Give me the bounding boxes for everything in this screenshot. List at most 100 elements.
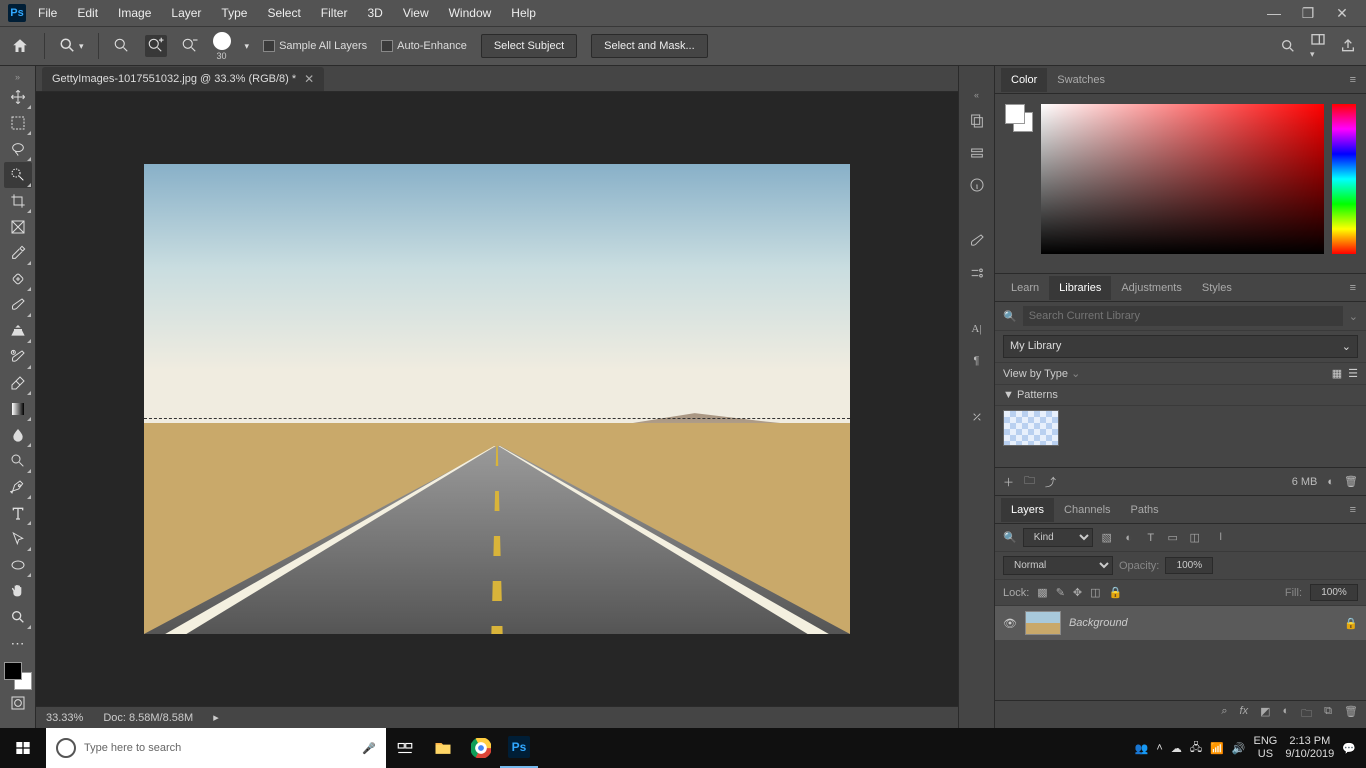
window-restore[interactable]: ❐ <box>1300 5 1316 22</box>
search-icon[interactable] <box>1280 38 1296 54</box>
lock-position-icon[interactable]: ✥ <box>1073 586 1082 599</box>
blur-tool[interactable] <box>4 422 32 448</box>
move-tool[interactable] <box>4 84 32 110</box>
canvas[interactable] <box>144 164 850 634</box>
link-layers-icon[interactable]: ⌕ <box>1221 705 1227 724</box>
list-view-icon[interactable]: ☰ <box>1348 367 1358 380</box>
menu-view[interactable]: View <box>395 2 437 24</box>
healing-brush-tool[interactable] <box>4 266 32 292</box>
tray-expand-icon[interactable]: ˄ <box>1156 742 1162 754</box>
hue-slider[interactable] <box>1332 104 1356 254</box>
file-explorer-icon[interactable] <box>424 728 462 768</box>
menu-3d[interactable]: 3D <box>359 2 390 24</box>
mic-icon[interactable]: 🎤 <box>362 742 376 755</box>
lasso-tool[interactable] <box>4 136 32 162</box>
action-center-icon[interactable]: 💬 <box>1342 742 1356 755</box>
layers-tab[interactable]: Layers <box>1001 498 1054 522</box>
windows-start-button[interactable] <box>0 728 46 768</box>
library-search-input[interactable] <box>1023 306 1343 326</box>
filter-shape-icon[interactable]: ▭ <box>1165 530 1181 546</box>
menu-select[interactable]: Select <box>259 2 308 24</box>
brush-size-picker[interactable]: 30 <box>213 32 231 61</box>
marquee-tool[interactable] <box>4 110 32 136</box>
filter-type-select[interactable]: Kind <box>1023 528 1093 547</box>
crop-tool[interactable] <box>4 188 32 214</box>
color-panel-menu-icon[interactable]: ≡ <box>1346 74 1360 86</box>
subtract-selection-mode[interactable] <box>181 37 199 55</box>
window-minimize[interactable]: — <box>1266 5 1282 22</box>
menu-help[interactable]: Help <box>503 2 544 24</box>
libraries-panel-menu-icon[interactable]: ≡ <box>1346 282 1360 294</box>
gradient-tool[interactable] <box>4 396 32 422</box>
eraser-tool[interactable] <box>4 370 32 396</box>
info-panel-icon[interactable] <box>966 174 988 196</box>
menu-edit[interactable]: Edit <box>69 2 106 24</box>
menu-type[interactable]: Type <box>213 2 255 24</box>
select-and-mask-button[interactable]: Select and Mask... <box>591 34 708 58</box>
new-layer-icon[interactable]: ⧉ <box>1324 705 1332 724</box>
taskbar-search[interactable]: Type here to search 🎤 <box>46 728 386 768</box>
tool-preset-picker[interactable]: ▾ <box>59 37 84 55</box>
select-subject-button[interactable]: Select Subject <box>481 34 577 58</box>
brushes-panel-icon[interactable] <box>966 230 988 252</box>
layer-row-background[interactable]: 👁 Background 🔒 <box>995 606 1366 640</box>
window-close[interactable]: ✕ <box>1334 5 1350 22</box>
properties-panel-icon[interactable] <box>966 142 988 164</box>
opacity-value[interactable]: 100% <box>1165 557 1213 574</box>
keyboard-lang1[interactable]: ENG <box>1254 735 1278 748</box>
blend-mode-select[interactable]: Normal <box>1003 556 1113 575</box>
foreground-background-colors[interactable] <box>4 662 32 690</box>
clone-stamp-tool[interactable] <box>4 318 32 344</box>
people-icon[interactable]: 👥 <box>1135 742 1149 755</box>
filter-pixel-icon[interactable]: ▧ <box>1099 530 1115 546</box>
eyedropper-tool[interactable] <box>4 240 32 266</box>
frame-tool[interactable] <box>4 214 32 240</box>
adjustments-tab[interactable]: Adjustments <box>1111 276 1192 300</box>
volume-icon[interactable]: 🔊 <box>1232 742 1246 755</box>
add-folder-icon[interactable]: 🗀 <box>1024 472 1035 491</box>
workspace-picker[interactable]: ▾ <box>1310 32 1326 60</box>
dodge-tool[interactable] <box>4 448 32 474</box>
lock-transparency-icon[interactable]: ▩ <box>1037 586 1047 599</box>
library-selector[interactable]: My Library⌄ <box>1003 335 1358 358</box>
filter-toggle-icon[interactable]: ⏽ <box>1213 530 1229 546</box>
view-by-label[interactable]: View by Type <box>1003 368 1068 380</box>
quick-selection-tool[interactable] <box>4 162 32 188</box>
pattern-thumbnail[interactable] <box>1003 410 1059 446</box>
type-tool[interactable] <box>4 500 32 526</box>
fill-value[interactable]: 100% <box>1310 584 1358 601</box>
libraries-tab[interactable]: Libraries <box>1049 276 1111 300</box>
paragraph-panel-icon[interactable]: ¶ <box>966 350 988 372</box>
filter-adjustment-icon[interactable]: ◐ <box>1121 530 1137 546</box>
styles-tab[interactable]: Styles <box>1192 276 1242 300</box>
photoshop-taskbar-icon[interactable]: Ps <box>500 728 538 768</box>
menu-file[interactable]: File <box>30 2 65 24</box>
delete-library-icon[interactable]: 🗑 <box>1344 475 1358 488</box>
layer-fx-icon[interactable]: fx <box>1240 705 1249 724</box>
menu-image[interactable]: Image <box>110 2 159 24</box>
document-tab[interactable]: GettyImages-1017551032.jpg @ 33.3% (RGB/… <box>42 67 324 91</box>
menu-layer[interactable]: Layer <box>163 2 209 24</box>
bluetooth-icon[interactable]: 🖧 <box>1190 739 1202 758</box>
add-content-icon[interactable]: ＋ <box>1003 474 1014 490</box>
patterns-section-toggle[interactable]: ▼ Patterns <box>1003 389 1058 401</box>
onedrive-icon[interactable]: ☁ <box>1171 742 1182 755</box>
path-selection-tool[interactable] <box>4 526 32 552</box>
tray-time[interactable]: 2:13 PM <box>1289 735 1330 748</box>
lock-artboard-icon[interactable]: ◫ <box>1090 586 1100 599</box>
filter-type-icon[interactable]: T <box>1143 530 1159 546</box>
menu-filter[interactable]: Filter <box>313 2 356 24</box>
color-tab[interactable]: Color <box>1001 68 1047 92</box>
filter-smart-icon[interactable]: ◫ <box>1187 530 1203 546</box>
home-button[interactable] <box>10 36 30 56</box>
hand-tool[interactable] <box>4 578 32 604</box>
layer-thumbnail[interactable] <box>1025 611 1061 635</box>
zoom-level[interactable]: 33.33% <box>46 712 83 724</box>
layer-group-icon[interactable]: 🗀 <box>1301 705 1312 724</box>
add-selection-mode[interactable] <box>145 35 167 57</box>
layers-panel-menu-icon[interactable]: ≡ <box>1346 504 1360 516</box>
sample-all-layers-checkbox[interactable]: Sample All Layers <box>263 40 367 52</box>
layer-visibility-icon[interactable]: 👁 <box>1003 617 1017 630</box>
task-view-icon[interactable] <box>386 728 424 768</box>
status-arrow-icon[interactable]: ▸ <box>213 711 219 724</box>
